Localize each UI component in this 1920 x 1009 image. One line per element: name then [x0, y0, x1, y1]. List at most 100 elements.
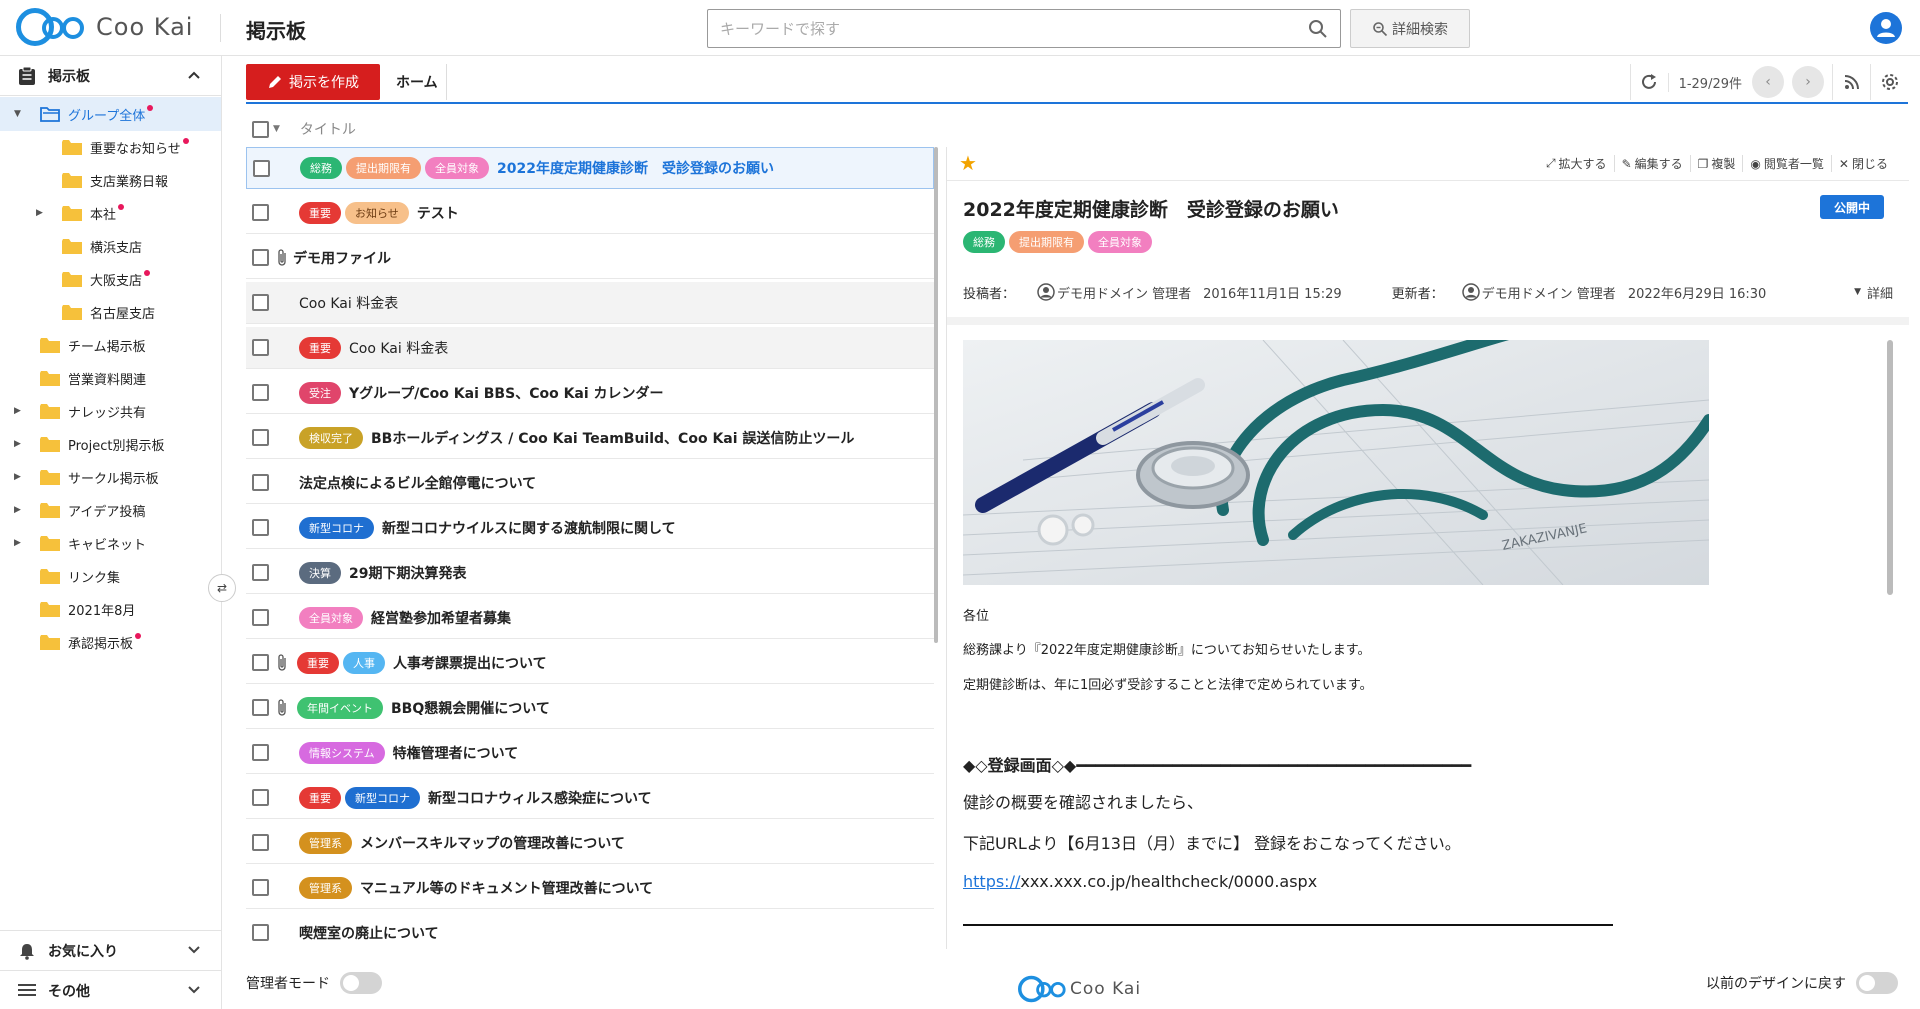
rss-button[interactable] [1832, 64, 1870, 100]
sidebar-item[interactable]: 名古屋支店 [0, 295, 221, 329]
sidebar-item[interactable]: ▶ ナレッジ共有 [0, 394, 221, 428]
post-title-link[interactable]: 2022年度定期健康診断 受診登録のお願い [497, 158, 774, 178]
caret-right-icon[interactable]: ▶ [36, 208, 43, 218]
post-title-link[interactable]: マニュアル等のドキュメント管理改善について [360, 878, 653, 898]
post-row[interactable]: 法定点検によるビル全館停電について [246, 462, 934, 504]
sidebar-header[interactable]: 掲示板 [0, 56, 221, 96]
post-title-link[interactable]: Coo Kai 料金表 [349, 338, 448, 358]
post-title-link[interactable]: 特権管理者について [393, 743, 519, 763]
details-toggle[interactable]: ▼ 詳細 [1854, 283, 1893, 302]
post-title-link[interactable]: メンバースキルマップの管理改善について [360, 833, 625, 853]
caret-down-icon[interactable]: ▼ [273, 124, 280, 134]
post-row[interactable]: 情報システム 特権管理者について [246, 732, 934, 774]
post-row[interactable]: デモ用ファイル [246, 237, 934, 279]
next-page-button[interactable]: › [1792, 66, 1824, 98]
detail-action-button[interactable]: ◉ 閲覧者一覧 [1742, 155, 1831, 172]
other-section[interactable]: その他 [0, 970, 221, 1009]
row-checkbox[interactable] [252, 249, 269, 266]
post-row[interactable]: 受注 Yグループ/Coo Kai BBS、Coo Kai カレンダー [246, 372, 934, 414]
sidebar-item[interactable]: ▶ 本社 [0, 196, 221, 230]
post-row[interactable]: 重要 お知らせ テスト [246, 192, 934, 234]
caret-down-icon[interactable]: ▼ [14, 109, 21, 119]
row-checkbox[interactable] [252, 384, 269, 401]
create-post-button[interactable]: 掲示を作成 [246, 64, 380, 100]
row-checkbox[interactable] [252, 699, 269, 716]
caret-right-icon[interactable]: ▶ [14, 538, 21, 548]
post-row[interactable]: 重要 Coo Kai 料金表 [246, 327, 934, 369]
sidebar-item[interactable]: ▶ アイデア投稿 [0, 493, 221, 527]
favorites-section[interactable]: お気に入り [0, 930, 221, 970]
row-checkbox[interactable] [252, 294, 269, 311]
post-row[interactable]: 総務 提出期限有 全員対象 2022年度定期健康診断 受診登録のお願い [246, 147, 934, 189]
post-title-link[interactable]: 経営塾参加希望者募集 [371, 608, 511, 628]
row-checkbox[interactable] [252, 609, 269, 626]
post-title-link[interactable]: 法定点検によるビル全館停電について [299, 473, 536, 493]
chevron-up-icon[interactable] [187, 68, 201, 82]
sidebar-item[interactable]: 大阪支店 [0, 262, 221, 296]
sidebar-item[interactable]: 承認掲示板 [0, 625, 221, 659]
post-row[interactable]: 決算 29期下期決算発表 [246, 552, 934, 594]
row-checkbox[interactable] [252, 654, 269, 671]
caret-right-icon[interactable]: ▶ [14, 406, 21, 416]
detail-action-button[interactable]: ✎ 編集する [1613, 155, 1690, 172]
detail-action-button[interactable]: ⤢ 拡大する [1539, 155, 1614, 172]
previous-design-toggle[interactable] [1856, 972, 1898, 994]
caret-right-icon[interactable]: ▶ [14, 505, 21, 515]
detail-scrollbar[interactable] [1887, 340, 1893, 595]
caret-right-icon[interactable]: ▶ [14, 439, 21, 449]
advanced-search-button[interactable]: 詳細検索 [1350, 9, 1470, 48]
sidebar-item[interactable]: ▶ Project別掲示板 [0, 427, 221, 461]
post-title-link[interactable]: Yグループ/Coo Kai BBS、Coo Kai カレンダー [349, 383, 664, 403]
row-checkbox[interactable] [252, 474, 269, 491]
search-input[interactable] [708, 10, 1288, 47]
post-row[interactable]: 検収完了 BBホールディングス / Coo Kai TeamBuild、Coo K… [246, 417, 934, 459]
row-checkbox[interactable] [252, 834, 269, 851]
sidebar-item[interactable]: チーム掲示板 [0, 328, 221, 362]
post-title-link[interactable]: 喫煙室の廃止について [299, 923, 439, 943]
post-title-link[interactable]: 新型コロナウイルスに関する渡航制限に関して [382, 518, 676, 538]
search-icon[interactable] [1308, 19, 1328, 39]
row-checkbox[interactable] [252, 564, 269, 581]
sidebar-collapse-toggle[interactable]: ⇄ [208, 574, 236, 602]
admin-mode-toggle[interactable] [340, 972, 382, 994]
sidebar-item[interactable]: ▶ サークル掲示板 [0, 460, 221, 494]
settings-button[interactable] [1870, 64, 1908, 100]
post-row[interactable]: 喫煙室の廃止について [246, 912, 934, 949]
post-row[interactable]: 年間イベント BBQ懇親会開催について [246, 687, 934, 729]
detail-action-button[interactable]: ❐ 複製 [1689, 155, 1743, 172]
sidebar-item[interactable]: 支店業務日報 [0, 163, 221, 197]
post-title-link[interactable]: テスト [417, 203, 459, 223]
post-title-link[interactable]: 29期下期決算発表 [349, 563, 466, 583]
detail-action-button[interactable]: ✕ 閉じる [1830, 155, 1895, 172]
row-checkbox[interactable] [253, 159, 270, 177]
row-checkbox[interactable] [252, 519, 269, 536]
sidebar-item[interactable]: ▶ キャビネット [0, 526, 221, 560]
row-checkbox[interactable] [252, 339, 269, 356]
row-checkbox[interactable] [252, 789, 269, 806]
caret-right-icon[interactable]: ▶ [14, 472, 21, 482]
refresh-button[interactable] [1629, 64, 1668, 100]
row-checkbox[interactable] [252, 879, 269, 896]
row-checkbox[interactable] [252, 204, 269, 221]
column-title[interactable]: タイトル [300, 119, 356, 139]
post-title-link[interactable]: Coo Kai 料金表 [299, 293, 398, 313]
sidebar-item[interactable]: 営業資料関連 [0, 361, 221, 395]
app-logo[interactable]: Coo Kai [16, 8, 193, 46]
user-avatar[interactable] [1870, 12, 1902, 44]
updater[interactable]: デモ用ドメイン 管理者 [1461, 283, 1616, 302]
post-row[interactable]: 管理系 マニュアル等のドキュメント管理改善について [246, 867, 934, 909]
body-url-link[interactable]: https:// [963, 872, 1020, 891]
sidebar-item[interactable]: 重要なお知らせ [0, 130, 221, 164]
home-tab[interactable]: ホーム [388, 64, 447, 100]
post-row[interactable]: 全員対象 経営塾参加希望者募集 [246, 597, 934, 639]
poster[interactable]: デモ用ドメイン 管理者 [1037, 283, 1191, 302]
prev-page-button[interactable]: ‹ [1752, 66, 1784, 98]
sidebar-item[interactable]: 横浜支店 [0, 229, 221, 263]
sidebar-item[interactable]: 2021年8月 [0, 592, 221, 626]
sidebar-item[interactable]: リンク集 [0, 559, 221, 593]
post-row[interactable]: 重要 人事 人事考課票提出について [246, 642, 934, 684]
post-title-link[interactable]: 人事考課票提出について [393, 653, 547, 673]
sidebar-item[interactable]: ▼ グループ全体 [0, 97, 221, 131]
select-all-checkbox[interactable] [252, 120, 269, 138]
list-scrollbar[interactable] [934, 147, 938, 643]
